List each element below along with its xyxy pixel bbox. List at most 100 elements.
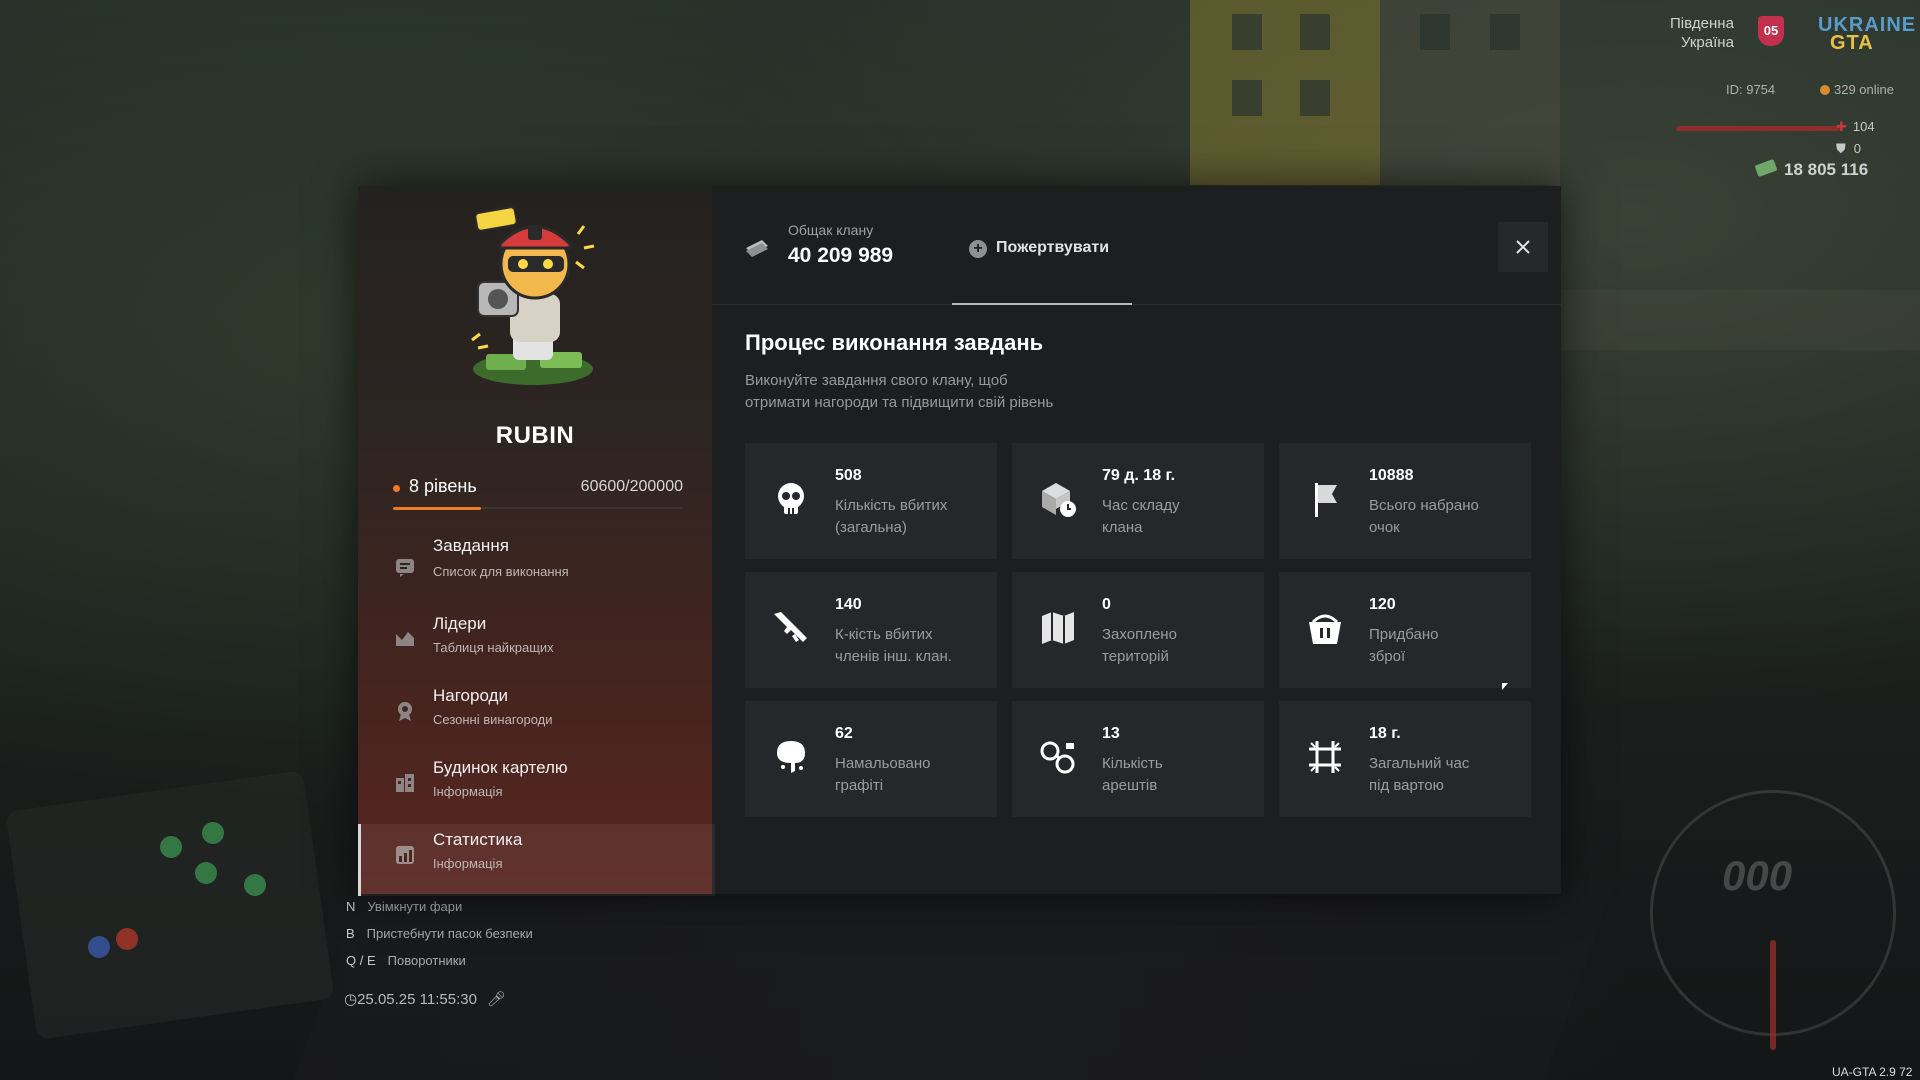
map-marker-icon xyxy=(244,874,266,896)
modal-topbar: Общак клану 40 209 989 + Пожертвувати xyxy=(712,186,1561,305)
key-hint-key: Q / E xyxy=(346,953,376,968)
section-description: Виконуйте завдання свого клану, щоб отри… xyxy=(745,370,1165,414)
key-hint: N Увімкнути фари xyxy=(346,899,462,914)
game-logo-line2: GTA xyxy=(1830,32,1874,54)
stat-label: Придбано зброї xyxy=(1369,624,1519,668)
stat-card-arrests: 13 Кількість арештів xyxy=(1012,701,1264,817)
clan-name: RUBIN xyxy=(495,422,575,449)
background-building xyxy=(1560,290,1920,350)
basket-icon xyxy=(1309,614,1341,644)
stat-card-warehouse-time: 79 д. 18 г. Час складу клана xyxy=(1012,443,1264,559)
stat-label-line: Захоплено xyxy=(1102,626,1177,643)
stat-label-line: Всього набрано xyxy=(1369,497,1479,514)
close-button[interactable] xyxy=(1498,222,1548,272)
level-progress-track xyxy=(393,507,683,510)
clan-bank-label: Общак клану xyxy=(788,222,874,238)
level-label: 8 рівень xyxy=(409,476,477,496)
stat-value: 120 xyxy=(1369,596,1396,613)
stat-label-line: арештів xyxy=(1102,777,1158,794)
stat-value: 0 xyxy=(1102,596,1111,613)
background-window xyxy=(1232,14,1262,50)
stat-value: 62 xyxy=(835,725,853,742)
skull-icon xyxy=(778,483,804,514)
spray-icon xyxy=(777,741,805,773)
stat-label-line: очок xyxy=(1369,519,1400,536)
menu-item-title: Будинок картелю xyxy=(433,758,568,777)
stat-value: 508 xyxy=(835,467,862,484)
speedometer-needle xyxy=(1770,940,1776,1050)
stat-label-line: Загальний час xyxy=(1369,755,1470,772)
close-icon xyxy=(1516,240,1530,254)
region-badge: 05 xyxy=(1758,16,1784,46)
background-window xyxy=(1420,14,1450,50)
clan-avatar xyxy=(471,206,595,385)
armor: ⛊ 0 xyxy=(1836,141,1861,157)
money-icon xyxy=(1754,158,1778,178)
stat-label-line: (загальна) xyxy=(835,519,907,536)
minimap xyxy=(5,770,335,1040)
stat-card-kills: 508 Кількість вбитих (загальна) xyxy=(745,443,997,559)
menu-item-house[interactable]: Будинок картелю Інформація xyxy=(358,752,712,824)
hud-region: Південна Україна xyxy=(1670,14,1734,52)
statistics-icon xyxy=(396,846,414,864)
level-xp: 60600/200000 xyxy=(580,478,683,495)
key-hint: Q / E Поворотники xyxy=(346,953,466,968)
game-logo: UKRAINE GTA xyxy=(1818,15,1916,54)
section-description-line1: Виконуйте завдання свого клану, щоб xyxy=(745,372,1008,389)
stat-label: Всього набрано очок xyxy=(1369,495,1519,539)
stat-label: Захоплено територій xyxy=(1102,624,1252,668)
clan-modal: RUBIN 8 рівень 60600/200000 Завдання Спи… xyxy=(358,186,1561,896)
stat-value: 18 г. xyxy=(1369,725,1401,742)
stat-value: 13 xyxy=(1102,725,1120,742)
prison-icon xyxy=(1309,741,1341,773)
stat-label: Загальний час під вартою xyxy=(1369,753,1519,797)
map-marker-icon xyxy=(160,836,182,858)
stat-label-line: Кількість вбитих xyxy=(835,497,948,514)
background-window xyxy=(1490,14,1520,50)
player-money: 18 805 116 xyxy=(1754,158,1869,180)
menu-item-tasks[interactable]: Завдання Список для виконання xyxy=(358,536,712,608)
key-hint: B Пристебнути пасок безпеки xyxy=(346,926,533,941)
stat-card-jail-time: 18 г. Загальний час під вартою xyxy=(1279,701,1531,817)
health-value: 104 xyxy=(1852,119,1875,134)
section-title: Процес виконання завдань xyxy=(745,330,1044,355)
stat-value: 140 xyxy=(835,596,862,613)
stat-label-line: зброї xyxy=(1369,648,1406,665)
key-hint-key: B xyxy=(346,926,355,941)
background-window xyxy=(1232,80,1262,116)
hud-region-line1: Південна xyxy=(1670,15,1734,32)
stat-value: 79 д. 18 г. xyxy=(1102,467,1176,484)
money-value: 18 805 116 xyxy=(1784,160,1869,179)
stat-card-points: 10888 Всього набрано очок xyxy=(1279,443,1531,559)
stat-label: Час складу клана xyxy=(1102,495,1252,539)
clock-icon: ◷ xyxy=(344,991,358,1008)
key-hint-text: Увімкнути фари xyxy=(367,899,463,914)
stat-label-line: Намальовано xyxy=(835,755,931,772)
level-dot-icon xyxy=(393,485,400,492)
stat-label-line: К-кість вбитих xyxy=(835,626,933,643)
game-version: UA-GTA 2.9 72 xyxy=(1832,1065,1913,1079)
stat-value: 10888 xyxy=(1369,467,1414,484)
key-hint-text: Пристебнути пасок безпеки xyxy=(366,926,533,941)
menu-item-leaders[interactable]: Лідери Таблиця найкращих xyxy=(358,608,712,680)
health-bar xyxy=(1676,126,1840,131)
donate-label: Пожертвувати xyxy=(996,239,1110,256)
player-id: ID: 9754 xyxy=(1726,82,1776,97)
menu-item-statistics[interactable]: Статистика Інформація xyxy=(358,824,715,896)
rifle-icon xyxy=(774,612,807,642)
menu-item-rewards[interactable]: Нагороди Сезонні винагороди xyxy=(358,680,712,752)
menu-item-subtitle: Список для виконання xyxy=(433,564,569,579)
stat-label: Намальовано графіті xyxy=(835,753,985,797)
section-description-line2: отримати нагороди та підвищити свій ріве… xyxy=(745,394,1054,411)
datetime-text: 25.05.25 11:55:30 xyxy=(357,991,477,1008)
armor-shield-icon: ⛊ xyxy=(1836,141,1846,156)
stat-label-line: територій xyxy=(1102,648,1169,665)
handcuffs-icon xyxy=(1040,741,1075,774)
background-building xyxy=(1380,0,1560,185)
clan-level: 8 рівень 60600/200000 xyxy=(393,476,683,506)
stat-label-line: під вартою xyxy=(1369,777,1444,794)
menu-item-subtitle: Таблиця найкращих xyxy=(433,640,554,655)
menu-item-title: Нагороди xyxy=(433,686,508,705)
stat-label-line: Придбано xyxy=(1369,626,1439,643)
donate-button[interactable]: + Пожертвувати xyxy=(952,186,1132,305)
